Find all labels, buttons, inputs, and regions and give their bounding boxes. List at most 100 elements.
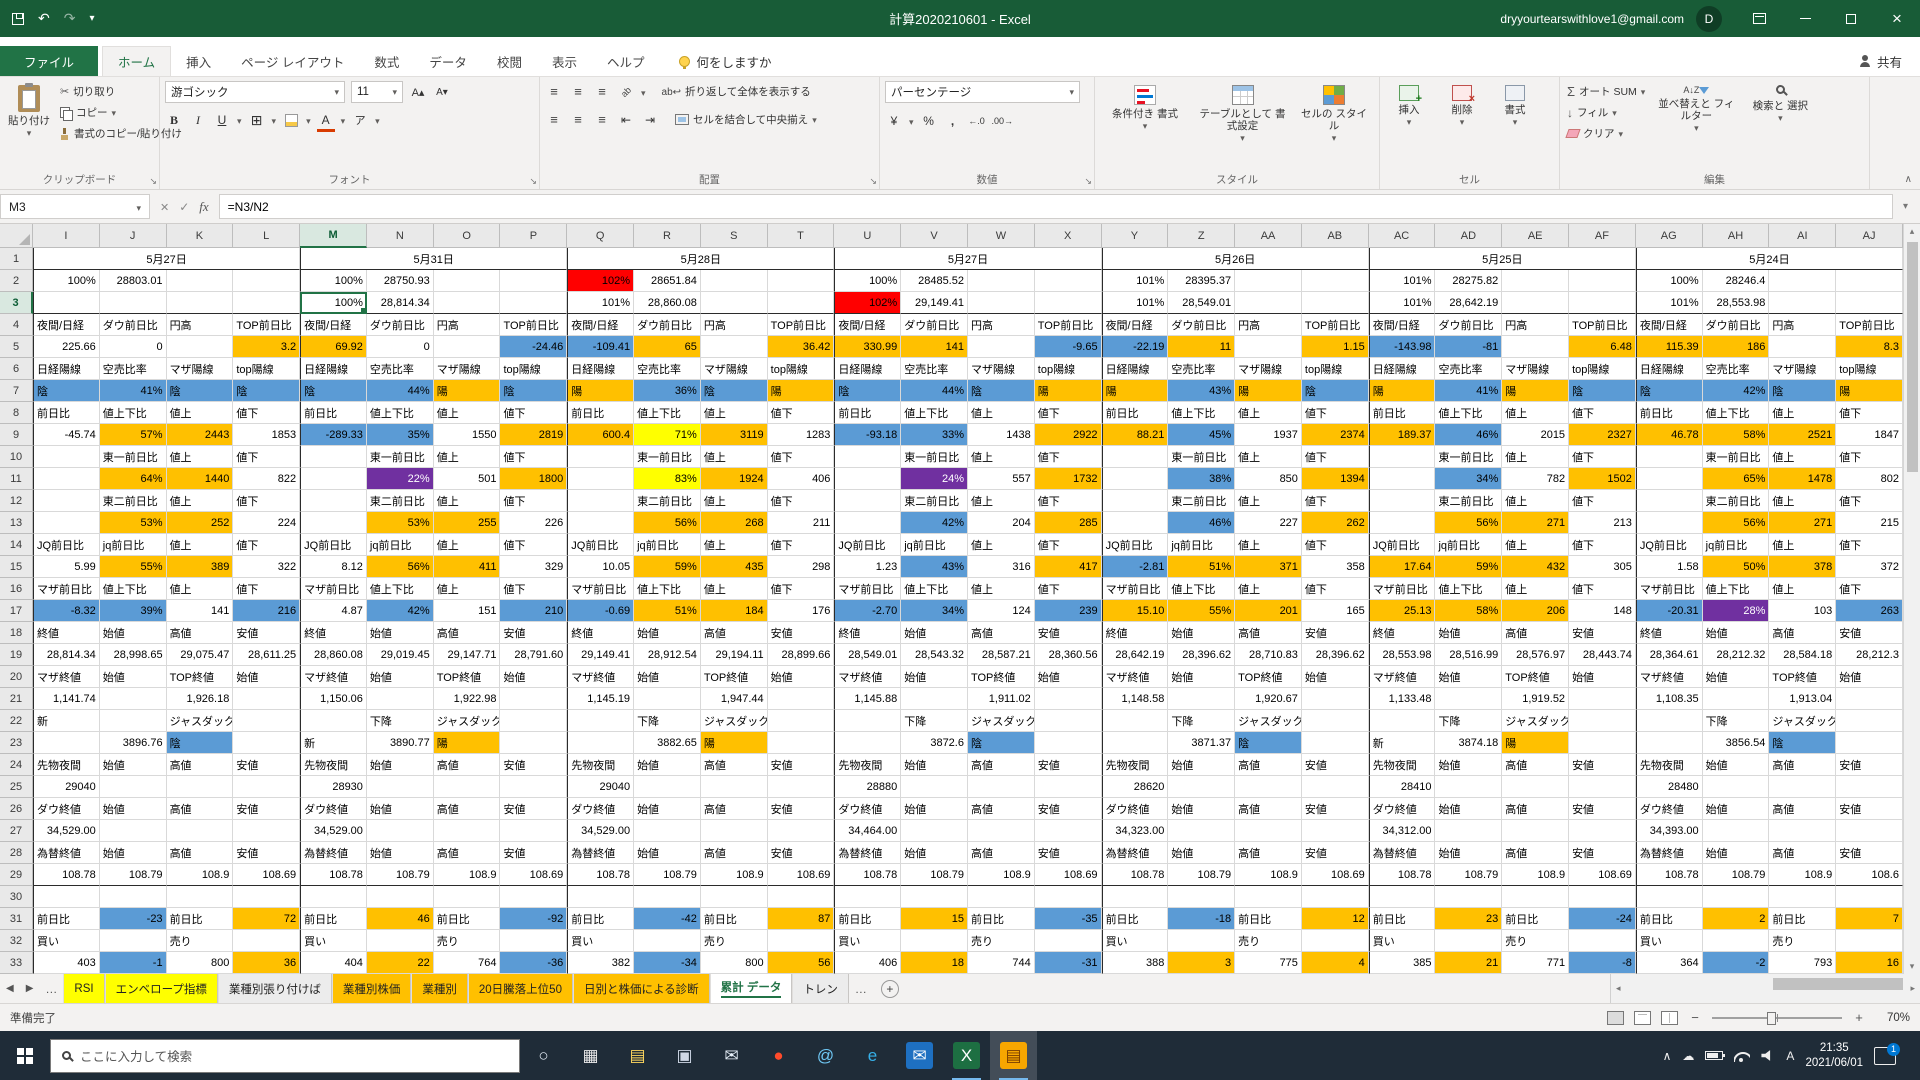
- cell-Q1[interactable]: 5月28日: [567, 248, 834, 270]
- cell-AD33[interactable]: 21: [1435, 952, 1502, 974]
- cell-U1[interactable]: 5月27日: [834, 248, 1101, 270]
- cell-L20[interactable]: 始値: [233, 666, 300, 688]
- cell-AG26[interactable]: ダウ終値: [1636, 798, 1703, 820]
- cell-X7[interactable]: 陽: [1035, 380, 1102, 402]
- cell-AD7[interactable]: 41%: [1435, 380, 1502, 402]
- cell-P8[interactable]: 値下: [500, 402, 567, 424]
- cell-AB23[interactable]: [1302, 732, 1369, 754]
- sheet-tab-5[interactable]: 20日騰落上位50: [468, 974, 573, 1003]
- cell-AJ6[interactable]: top陽線: [1836, 358, 1903, 380]
- cell-Q22[interactable]: [567, 710, 634, 732]
- cell-Z7[interactable]: 43%: [1168, 380, 1235, 402]
- cell-Q33[interactable]: 382: [567, 952, 634, 974]
- cell-T11[interactable]: 406: [768, 468, 835, 490]
- cell-W29[interactable]: 108.9: [968, 864, 1035, 886]
- cell-AF22[interactable]: [1569, 710, 1636, 732]
- cell-W23[interactable]: 陰: [968, 732, 1035, 754]
- collapse-ribbon-icon[interactable]: [1905, 174, 1912, 185]
- cell-M3[interactable]: 100%: [300, 292, 367, 314]
- cell-AA3[interactable]: [1235, 292, 1302, 314]
- cell-U22[interactable]: [834, 710, 901, 732]
- cell-AF11[interactable]: 1502: [1569, 468, 1636, 490]
- cell-P4[interactable]: TOP前日比: [500, 314, 567, 336]
- cell-AH8[interactable]: 値上下比: [1703, 402, 1770, 424]
- row-header-17[interactable]: 17: [0, 600, 33, 622]
- cell-AI20[interactable]: TOP終値: [1769, 666, 1836, 688]
- cell-K29[interactable]: 108.9: [167, 864, 234, 886]
- cell-K6[interactable]: マザ陽線: [167, 358, 234, 380]
- cell-K19[interactable]: 29,075.47: [167, 644, 234, 666]
- cell-AA4[interactable]: 円高: [1235, 314, 1302, 336]
- cell-R27[interactable]: [634, 820, 701, 842]
- cell-N19[interactable]: 29,019.45: [367, 644, 434, 666]
- cell-AI17[interactable]: 103: [1769, 600, 1836, 622]
- cell-AA31[interactable]: 前日比: [1235, 908, 1302, 930]
- cell-R9[interactable]: 71%: [634, 424, 701, 446]
- cell-W8[interactable]: 値上: [968, 402, 1035, 424]
- cell-S18[interactable]: 高値: [701, 622, 768, 644]
- cell-S29[interactable]: 108.9: [701, 864, 768, 886]
- cell-AG12[interactable]: [1636, 490, 1703, 512]
- cell-S28[interactable]: 高値: [701, 842, 768, 864]
- cell-U19[interactable]: 28,549.01: [834, 644, 901, 666]
- cell-M7[interactable]: 陰: [300, 380, 367, 402]
- cell-Q29[interactable]: 108.78: [567, 864, 634, 886]
- cell-AH20[interactable]: 始値: [1703, 666, 1770, 688]
- cell-Z12[interactable]: 東二前日比: [1168, 490, 1235, 512]
- cell-S25[interactable]: [701, 776, 768, 798]
- cell-V9[interactable]: 33%: [901, 424, 968, 446]
- cell-P14[interactable]: 値下: [500, 534, 567, 556]
- mail-icon[interactable]: ✉: [708, 1031, 755, 1080]
- ribbon-display-options-icon[interactable]: [1736, 0, 1782, 37]
- cell-AF8[interactable]: 値下: [1569, 402, 1636, 424]
- cell-M27[interactable]: 34,529.00: [300, 820, 367, 842]
- cell-AD16[interactable]: 値上下比: [1435, 578, 1502, 600]
- cell-AG19[interactable]: 28,364.61: [1636, 644, 1703, 666]
- cell-O26[interactable]: 高値: [434, 798, 501, 820]
- cell-AB30[interactable]: [1302, 886, 1369, 908]
- cell-Y16[interactable]: マザ前日比: [1102, 578, 1169, 600]
- column-header-Z[interactable]: Z: [1168, 224, 1235, 248]
- cell-Q11[interactable]: [567, 468, 634, 490]
- cell-M14[interactable]: JQ前日比: [300, 534, 367, 556]
- cell-AF27[interactable]: [1569, 820, 1636, 842]
- cell-Z17[interactable]: 55%: [1168, 600, 1235, 622]
- cell-AH27[interactable]: [1703, 820, 1770, 842]
- column-header-W[interactable]: W: [968, 224, 1035, 248]
- select-all-button[interactable]: [0, 224, 33, 248]
- cell-Y25[interactable]: 28620: [1102, 776, 1169, 798]
- column-header-AJ[interactable]: AJ: [1836, 224, 1903, 248]
- cell-AE10[interactable]: 値上: [1502, 446, 1569, 468]
- cell-AE27[interactable]: [1502, 820, 1569, 842]
- cell-J12[interactable]: 東二前日比: [100, 490, 167, 512]
- cell-AC18[interactable]: 終値: [1369, 622, 1436, 644]
- cell-AD15[interactable]: 59%: [1435, 556, 1502, 578]
- cell-P11[interactable]: 1800: [500, 468, 567, 490]
- cell-N7[interactable]: 44%: [367, 380, 434, 402]
- cell-J20[interactable]: 始値: [100, 666, 167, 688]
- browser-red-icon[interactable]: ●: [755, 1031, 802, 1080]
- cell-U3[interactable]: 102%: [834, 292, 901, 314]
- cell-AG14[interactable]: JQ前日比: [1636, 534, 1703, 556]
- cell-I10[interactable]: [33, 446, 100, 468]
- cell-X23[interactable]: [1035, 732, 1102, 754]
- cell-N20[interactable]: 始値: [367, 666, 434, 688]
- cell-J33[interactable]: -1: [100, 952, 167, 974]
- cell-N27[interactable]: [367, 820, 434, 842]
- align-bottom-icon[interactable]: [593, 82, 611, 102]
- cell-U10[interactable]: [834, 446, 901, 468]
- cell-I6[interactable]: 日経陽線: [33, 358, 100, 380]
- vertical-scroll-thumb[interactable]: [1907, 242, 1918, 472]
- cell-O22[interactable]: ジャスダック: [434, 710, 501, 732]
- cell-T33[interactable]: 56: [768, 952, 835, 974]
- row-header-16[interactable]: 16: [0, 578, 33, 600]
- cell-T25[interactable]: [768, 776, 835, 798]
- cell-AB9[interactable]: 2374: [1302, 424, 1369, 446]
- cell-T32[interactable]: [768, 930, 835, 952]
- normal-view-icon[interactable]: [1607, 1011, 1624, 1025]
- file-explorer-icon[interactable]: ▤: [614, 1031, 661, 1080]
- cell-O3[interactable]: [434, 292, 501, 314]
- row-header-22[interactable]: 22: [0, 710, 33, 732]
- cell-T2[interactable]: [768, 270, 835, 292]
- comma-style-icon[interactable]: [944, 111, 962, 131]
